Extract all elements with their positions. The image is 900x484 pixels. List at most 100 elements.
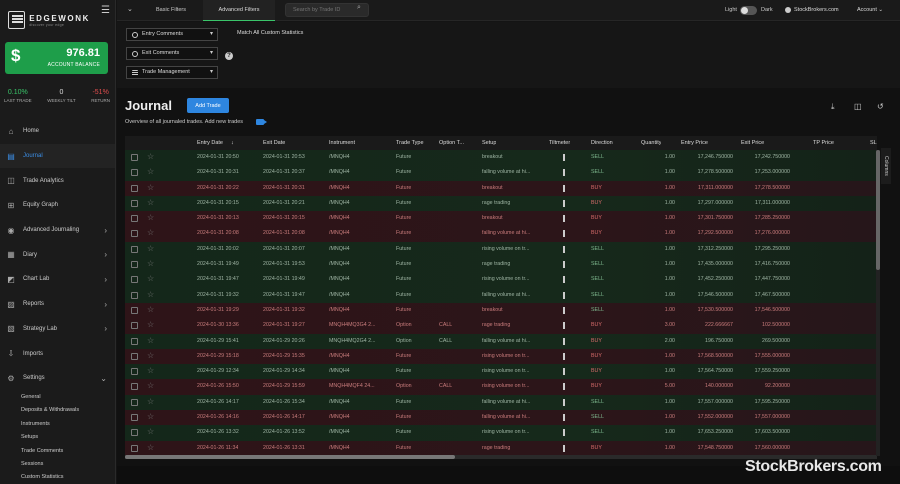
star-icon[interactable]: ☆ (147, 183, 154, 193)
star-icon[interactable]: ☆ (147, 198, 154, 208)
star-icon[interactable]: ☆ (147, 213, 154, 223)
column-header-trade-type[interactable]: Trade Type (396, 136, 424, 150)
sidebar-item-chart-lab[interactable]: ◩ Chart Lab › (0, 267, 115, 292)
sidebar-item-reports[interactable]: ▨ Reports › (0, 292, 115, 317)
tab-advanced-filters[interactable]: Advanced Filters (203, 0, 275, 21)
row-checkbox[interactable] (131, 414, 138, 422)
table-row[interactable]: ☆ 2024-01-29 15:18 2024-01-29 15:35/MNQH4 F… (125, 348, 877, 365)
table-row[interactable]: ☆ 2024-01-26 11:34 2024-01-26 13:31/MNQH4 F… (125, 440, 877, 456)
download-icon[interactable]: ⤓ (831, 102, 835, 112)
row-checkbox[interactable] (131, 352, 138, 360)
star-icon[interactable]: ☆ (147, 259, 154, 269)
exit-comments-dropdown[interactable]: Exit Comments ▾ (126, 47, 218, 60)
row-checkbox[interactable] (131, 184, 138, 192)
star-icon[interactable]: ☆ (147, 366, 154, 376)
column-header-exit-price[interactable]: Exit Price (741, 136, 764, 150)
star-icon[interactable]: ☆ (147, 427, 154, 437)
settings-subitem-custom-statistics[interactable]: Custom Statistics (0, 471, 115, 484)
column-header-entry-date[interactable]: Entry Date (197, 136, 223, 150)
table-row[interactable]: ☆ 2024-01-31 19:32 2024-01-31 19:47/MNQH4 F… (125, 287, 877, 303)
star-icon[interactable]: ☆ (147, 397, 154, 407)
settings-subitem-instruments[interactable]: Instruments (0, 418, 115, 431)
table-row[interactable]: ☆ 2024-01-26 14:16 2024-01-26 14:17/MNQH4 F… (125, 410, 877, 426)
column-header-sl[interactable]: SL (870, 136, 877, 150)
column-header-tiltmeter[interactable]: Tiltmeter (549, 136, 570, 150)
row-checkbox[interactable] (131, 199, 138, 207)
column-header-option-t[interactable]: Option T... (439, 136, 464, 150)
sidebar-item-settings[interactable]: ⚙ Settings ⌄ (0, 366, 115, 391)
tab-basic-filters[interactable]: Basic Filters (139, 0, 203, 21)
row-checkbox[interactable] (131, 306, 138, 314)
broker-link[interactable]: StockBrokers.com (785, 7, 839, 13)
column-header-direction[interactable]: Direction (591, 136, 613, 150)
star-icon[interactable]: ☆ (147, 228, 154, 238)
row-checkbox[interactable] (131, 169, 138, 177)
table-row[interactable]: ☆ 2024-01-29 12:34 2024-01-29 14:34/MNQH4 F… (125, 364, 877, 380)
vertical-scrollbar[interactable] (876, 150, 880, 456)
match-all-custom-statistics[interactable]: Match All Custom Statistics (237, 30, 303, 36)
scrollbar-thumb[interactable] (125, 455, 455, 459)
row-checkbox[interactable] (131, 215, 138, 223)
trade-management-dropdown[interactable]: Trade Management ▾ (126, 66, 218, 79)
row-checkbox[interactable] (131, 398, 138, 406)
sidebar-item-home[interactable]: ⌂ Home (0, 119, 115, 144)
sidebar-item-journal[interactable]: ▤ Journal (0, 143, 115, 169)
row-checkbox[interactable] (131, 429, 138, 437)
brand-logo[interactable]: EDGEWONK discover your edge (8, 9, 90, 31)
row-checkbox[interactable] (131, 337, 138, 345)
table-row[interactable]: ☆ 2024-01-31 20:15 2024-01-31 20:21/MNQH4 F… (125, 195, 877, 212)
entry-comments-dropdown[interactable]: Entry Comments ▾ (126, 28, 218, 41)
row-checkbox[interactable] (131, 154, 138, 161)
row-checkbox[interactable] (131, 322, 138, 330)
row-checkbox[interactable] (131, 444, 138, 452)
table-row[interactable]: ☆ 2024-01-31 20:02 2024-01-31 20:07/MNQH4 F… (125, 241, 877, 258)
table-row[interactable]: ☆ 2024-01-29 15:41 2024-01-29 20:26 MNQH4MQ… (125, 333, 877, 349)
table-row[interactable]: ☆ 2024-01-31 20:22 2024-01-31 20:31/MNQH4 F… (125, 180, 877, 196)
row-checkbox[interactable] (131, 368, 138, 376)
add-trade-button[interactable]: Add Trade (187, 98, 229, 113)
column-header-exit-date[interactable]: Exit Date (263, 136, 285, 150)
star-icon[interactable]: ☆ (147, 305, 154, 315)
table-row[interactable]: ☆ 2024-01-26 14:17 2024-01-26 15:34/MNQH4 F… (125, 394, 877, 411)
video-icon[interactable] (256, 119, 267, 125)
settings-subitem-sessions[interactable]: Sessions (0, 458, 115, 471)
column-header-quantity[interactable]: Quantity (641, 136, 661, 150)
column-header-setup[interactable]: Setup (482, 136, 496, 150)
scrollbar-thumb[interactable] (876, 150, 880, 270)
sidebar-item-strategy-lab[interactable]: ▧ Strategy Lab › (0, 317, 115, 342)
settings-subitem-setups[interactable]: Setups (0, 431, 115, 444)
theme-toggle[interactable] (740, 6, 757, 15)
hamburger-menu-icon[interactable]: ☰ (101, 5, 110, 16)
star-icon[interactable]: ☆ (147, 351, 154, 361)
settings-subitem-general[interactable]: General (0, 391, 115, 404)
table-row[interactable]: ☆ 2024-01-31 20:50 2024-01-31 20:53/MNQH4 F… (125, 150, 877, 166)
table-row[interactable]: ☆ 2024-01-31 20:08 2024-01-31 20:08/MNQH4 F… (125, 226, 877, 242)
star-icon[interactable]: ☆ (147, 274, 154, 284)
sidebar-item-advanced-journaling[interactable]: ◉ Advanced Journaling › (0, 218, 115, 243)
star-icon[interactable]: ☆ (147, 443, 154, 453)
star-icon[interactable]: ☆ (147, 412, 154, 422)
settings-subitem-deposits-withdrawals[interactable]: Deposits & Withdrawals (0, 404, 115, 417)
table-row[interactable]: ☆ 2024-01-31 20:31 2024-01-31 20:37/MNQH4 F… (125, 165, 877, 181)
column-header-tp-price[interactable]: TP Price (813, 136, 834, 150)
star-icon[interactable]: ☆ (147, 152, 154, 162)
table-row[interactable]: ☆ 2024-01-31 19:29 2024-01-31 19:32/MNQH4 F… (125, 302, 877, 319)
account-menu[interactable]: Account ⌄ (857, 7, 883, 13)
row-checkbox[interactable] (131, 291, 138, 299)
table-row[interactable]: ☆ 2024-01-31 20:13 2024-01-31 20:15/MNQH4 F… (125, 211, 877, 227)
help-icon[interactable]: ? (225, 52, 233, 60)
sidebar-item-imports[interactable]: ⇩ Imports (0, 341, 115, 366)
star-icon[interactable]: ☆ (147, 320, 154, 330)
sidebar-item-trade-analytics[interactable]: ◫ Trade Analytics (0, 168, 115, 193)
row-checkbox[interactable] (131, 230, 138, 238)
star-icon[interactable]: ☆ (147, 336, 154, 346)
star-icon[interactable]: ☆ (147, 167, 154, 177)
column-header-instrument[interactable]: Instrument (329, 136, 355, 150)
table-row[interactable]: ☆ 2024-01-26 15:50 2024-01-29 15:59 MNQH4MQ… (125, 379, 877, 395)
sort-arrow-icon[interactable]: ↓ (231, 136, 234, 150)
row-checkbox[interactable] (131, 383, 138, 391)
chevron-down-icon[interactable]: ⌄ (127, 5, 133, 13)
row-checkbox[interactable] (131, 245, 138, 253)
search-icon[interactable]: ⌕ (357, 4, 361, 12)
star-icon[interactable]: ☆ (147, 244, 154, 254)
